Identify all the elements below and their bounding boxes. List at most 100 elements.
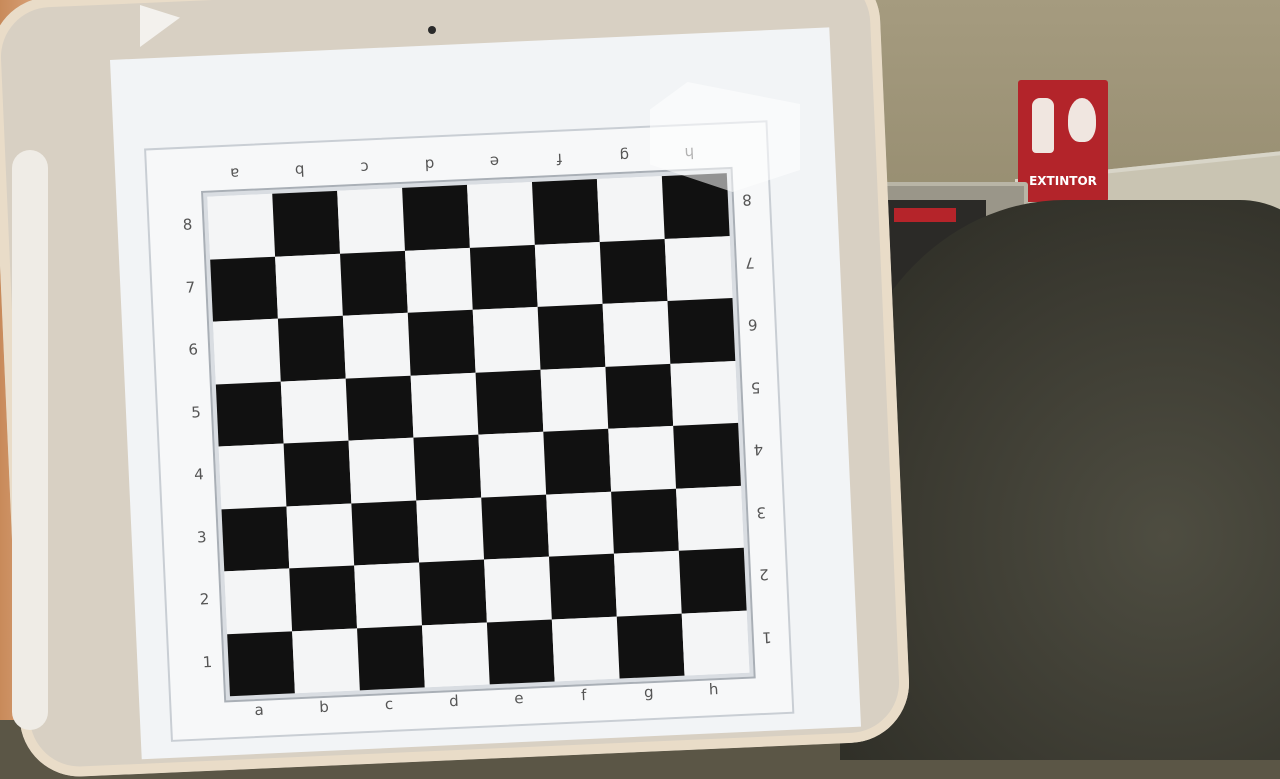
board-square-h2[interactable] xyxy=(678,547,747,614)
front-camera xyxy=(428,26,436,34)
file-label-top-d: d xyxy=(424,155,435,174)
cabinet-red-tag xyxy=(894,208,956,222)
rank-label-right-2: 2 xyxy=(758,564,770,584)
board-square-c8[interactable] xyxy=(337,187,405,254)
board-square-h6[interactable] xyxy=(667,298,736,364)
rank-label-left-2: 2 xyxy=(199,590,210,609)
board-square-g8[interactable] xyxy=(596,176,665,242)
board-square-g4[interactable] xyxy=(608,425,677,492)
board-square-b6[interactable] xyxy=(277,315,346,382)
rank-label-left-6: 6 xyxy=(188,340,199,359)
board-square-f7[interactable] xyxy=(534,241,603,307)
file-label-bottom-d: d xyxy=(448,691,460,711)
board-square-a4[interactable] xyxy=(218,443,287,509)
file-label-top-a: a xyxy=(229,164,240,183)
board-square-e5[interactable] xyxy=(475,369,544,435)
board-square-a8[interactable] xyxy=(207,193,276,260)
board-square-a2[interactable] xyxy=(224,568,293,634)
board-square-c2[interactable] xyxy=(354,562,422,628)
board-square-d3[interactable] xyxy=(416,497,485,563)
board-square-c4[interactable] xyxy=(348,437,417,504)
board-square-g2[interactable] xyxy=(613,550,682,617)
board-square-a6[interactable] xyxy=(212,318,281,385)
board-square-b2[interactable] xyxy=(289,565,358,631)
board-square-f8[interactable] xyxy=(531,179,600,245)
board-square-e1[interactable] xyxy=(486,619,555,685)
rank-label-right-1: 1 xyxy=(761,627,773,646)
board-square-g7[interactable] xyxy=(599,238,668,304)
extinguisher-sign: EXTINTOR xyxy=(1018,80,1108,202)
board-square-e8[interactable] xyxy=(467,181,535,248)
board-square-d7[interactable] xyxy=(404,247,473,313)
file-label-bottom-c: c xyxy=(384,694,394,714)
file-label-top-f: f xyxy=(556,149,563,168)
board-square-f3[interactable] xyxy=(546,491,614,557)
board-square-d8[interactable] xyxy=(402,184,470,251)
board-square-g5[interactable] xyxy=(605,363,674,429)
board-square-f2[interactable] xyxy=(548,553,617,620)
board-square-b4[interactable] xyxy=(283,440,352,506)
rank-label-left-4: 4 xyxy=(193,465,205,484)
board-square-e3[interactable] xyxy=(481,494,549,560)
file-label-top-e: e xyxy=(489,152,500,171)
file-label-bottom-e: e xyxy=(513,688,524,708)
board-square-c5[interactable] xyxy=(345,375,414,441)
board-square-h3[interactable] xyxy=(676,485,744,551)
board-square-c3[interactable] xyxy=(351,500,420,566)
file-label-bottom-a: a xyxy=(254,700,265,720)
board-square-b5[interactable] xyxy=(280,378,349,444)
rank-label-left-3: 3 xyxy=(196,527,207,547)
board-square-a7[interactable] xyxy=(210,256,278,322)
board-square-f1[interactable] xyxy=(551,616,620,682)
board-square-d4[interactable] xyxy=(413,434,482,501)
board-square-d5[interactable] xyxy=(410,372,479,438)
board-square-c7[interactable] xyxy=(340,250,408,316)
rank-label-left-7: 7 xyxy=(185,278,196,297)
board-square-b1[interactable] xyxy=(292,627,360,694)
rank-label-right-4: 4 xyxy=(753,440,764,459)
rank-label-left-5: 5 xyxy=(190,403,202,422)
board-square-d6[interactable] xyxy=(407,309,476,376)
board-square-a3[interactable] xyxy=(221,505,290,572)
board-square-f4[interactable] xyxy=(543,428,612,495)
board-square-e7[interactable] xyxy=(469,244,538,310)
board-square-b7[interactable] xyxy=(275,253,343,319)
file-label-top-c: c xyxy=(360,158,370,177)
file-label-bottom-f: f xyxy=(580,686,587,705)
rank-label-right-3: 3 xyxy=(755,502,767,521)
board-square-b8[interactable] xyxy=(272,190,341,257)
chessboard[interactable] xyxy=(201,166,756,703)
board-square-h4[interactable] xyxy=(673,422,741,489)
file-label-bottom-g: g xyxy=(643,683,654,702)
board-square-f5[interactable] xyxy=(540,366,609,432)
rank-label-right-7: 7 xyxy=(744,252,756,272)
board-square-h5[interactable] xyxy=(670,360,739,426)
rank-label-right-6: 6 xyxy=(747,315,758,334)
chessboard-frame: abcdefgh 87654321 87654321 abcdefgh xyxy=(144,120,795,742)
rank-label-left-1: 1 xyxy=(202,652,213,672)
file-label-bottom-b: b xyxy=(318,697,330,717)
board-square-c1[interactable] xyxy=(357,624,425,691)
board-square-a5[interactable] xyxy=(215,381,284,447)
board-square-e6[interactable] xyxy=(472,306,541,373)
board-square-a1[interactable] xyxy=(227,630,295,697)
extinguisher-icon xyxy=(1032,98,1054,153)
board-square-h7[interactable] xyxy=(664,235,733,301)
board-square-b3[interactable] xyxy=(286,503,355,569)
fire-icon xyxy=(1068,98,1096,142)
board-square-g3[interactable] xyxy=(611,488,679,554)
board-square-d2[interactable] xyxy=(419,559,487,625)
board-square-d1[interactable] xyxy=(421,621,490,688)
file-label-bottom-h: h xyxy=(708,680,719,699)
rank-label-left-8: 8 xyxy=(182,215,193,235)
board-square-g1[interactable] xyxy=(616,613,685,679)
board-square-c6[interactable] xyxy=(342,312,411,379)
board-square-g6[interactable] xyxy=(602,300,671,367)
board-square-f6[interactable] xyxy=(537,303,606,370)
file-label-top-b: b xyxy=(294,161,305,180)
extinguisher-sign-label: EXTINTOR xyxy=(1029,174,1097,188)
stylus-pencil xyxy=(12,150,48,730)
board-square-e4[interactable] xyxy=(478,431,547,498)
board-square-e2[interactable] xyxy=(484,556,552,622)
board-square-h1[interactable] xyxy=(681,610,750,676)
